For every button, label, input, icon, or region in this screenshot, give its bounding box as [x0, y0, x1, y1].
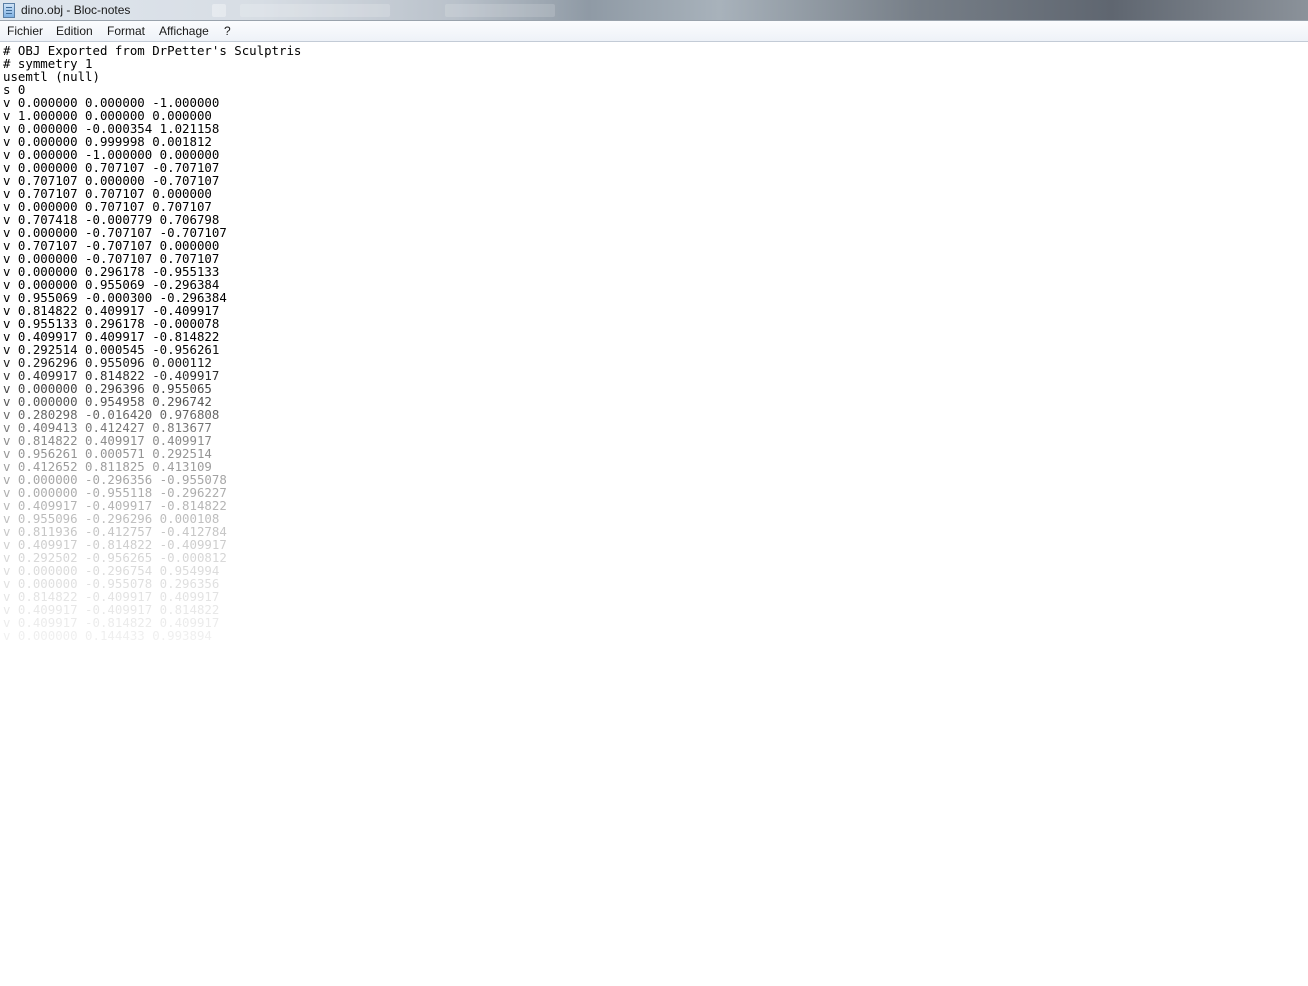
- taskbar-ghost-icon: [212, 4, 226, 17]
- title-bar[interactable]: dino.obj - Bloc-notes: [0, 0, 1308, 21]
- menu-format[interactable]: Format: [106, 24, 146, 38]
- window-title: dino.obj - Bloc-notes: [21, 3, 131, 17]
- menu-bar: Fichier Edition Format Affichage ?: [0, 21, 1308, 42]
- notepad-window: dino.obj - Bloc-notes Fichier Edition Fo…: [0, 0, 1308, 986]
- menu-help[interactable]: ?: [223, 24, 232, 38]
- menu-edition[interactable]: Edition: [55, 24, 94, 38]
- menu-fichier[interactable]: Fichier: [6, 24, 44, 38]
- text-editor[interactable]: # OBJ Exported from DrPetter's Sculptris…: [0, 42, 1308, 986]
- taskbar-ghost-item: [445, 4, 555, 17]
- taskbar-ghost-item: [240, 4, 390, 17]
- text-line: v 0.000000 0.144433 0.993894: [3, 628, 212, 643]
- menu-affichage[interactable]: Affichage: [158, 24, 210, 38]
- notepad-icon: [3, 3, 15, 18]
